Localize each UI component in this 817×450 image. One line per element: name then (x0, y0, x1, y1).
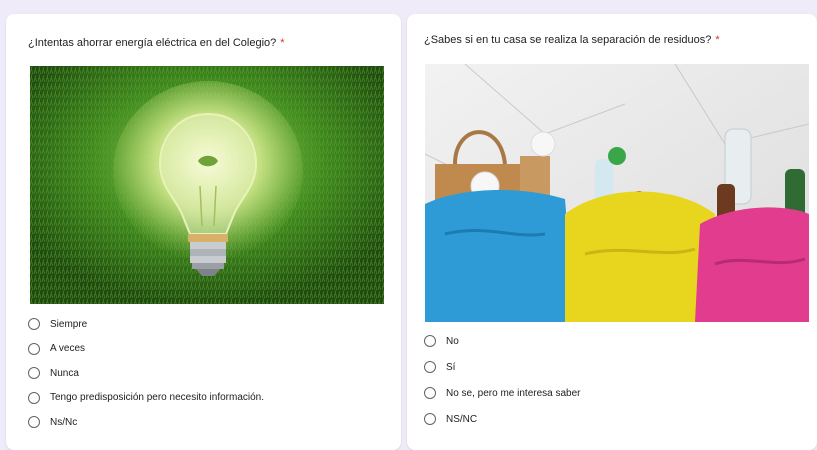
option-ns-nc[interactable]: Ns/Nc (28, 410, 264, 435)
radio-button-icon[interactable] (28, 342, 40, 355)
option-no-se[interactable]: No se, pero me interesa saber (424, 380, 581, 406)
option-label: No se, pero me interesa saber (446, 387, 581, 399)
radio-button-icon[interactable] (28, 416, 40, 429)
option-tengo-predisposicion[interactable]: Tengo predisposición pero necesito infor… (28, 386, 264, 411)
option-label: Nunca (50, 367, 79, 379)
recycling-bags-image (425, 64, 809, 322)
answer-options: No Sí No se, pero me interesa saber NS/N… (424, 328, 581, 432)
option-si[interactable]: Sí (424, 354, 581, 380)
radio-button-icon[interactable] (424, 361, 436, 373)
answer-options: Siempre A veces Nunca Tengo predisposici… (28, 312, 264, 435)
option-a-veces[interactable]: A veces (28, 337, 264, 362)
question-title: ¿Sabes si en tu casa se realiza la separ… (424, 33, 720, 47)
question-card-residuos: ¿Sabes si en tu casa se realiza la separ… (407, 14, 817, 450)
radio-button-icon[interactable] (28, 367, 40, 380)
radio-button-icon[interactable] (28, 318, 40, 331)
option-siempre[interactable]: Siempre (28, 312, 264, 337)
option-label: A veces (50, 343, 86, 355)
option-ns-nc[interactable]: NS/NC (424, 406, 581, 432)
option-label: No (446, 335, 459, 347)
question-card-energy: ¿Intentas ahorrar energía eléctrica en d… (6, 14, 401, 450)
required-asterisk: * (280, 37, 285, 49)
option-label: Ns/Nc (50, 416, 78, 428)
question-text: ¿Sabes si en tu casa se realiza la separ… (424, 34, 712, 46)
option-label: Siempre (50, 318, 88, 330)
radio-button-icon[interactable] (424, 335, 436, 347)
option-label: Tengo predisposición pero necesito infor… (50, 392, 265, 404)
required-asterisk: * (715, 34, 720, 46)
question-title: ¿Intentas ahorrar energía eléctrica en d… (28, 36, 285, 50)
radio-button-icon[interactable] (28, 391, 40, 404)
radio-button-icon[interactable] (424, 413, 436, 425)
lightbulb-grass-image (30, 66, 384, 304)
option-nunca[interactable]: Nunca (28, 361, 264, 386)
option-label: Sí (446, 361, 456, 373)
question-text: ¿Intentas ahorrar energía eléctrica en d… (28, 37, 277, 49)
radio-button-icon[interactable] (424, 387, 436, 399)
option-no[interactable]: No (424, 328, 581, 354)
option-label: NS/NC (446, 413, 478, 425)
